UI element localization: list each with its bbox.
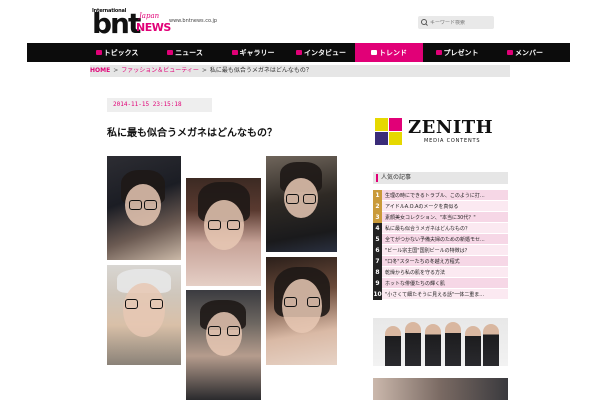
heading-bar-icon (376, 174, 378, 182)
breadcrumb-separator: > (113, 67, 119, 74)
zenith-name: ZENITH (408, 117, 494, 138)
zenith-banner[interactable]: ZENITH MEDIA CONTENTS (375, 118, 505, 148)
collage-photo (107, 156, 181, 260)
popular-item[interactable]: 4 私に最も似合うメガネはどんなもの？ (373, 222, 508, 234)
rank-number: 10 (373, 288, 382, 300)
search-input[interactable] (430, 19, 490, 26)
breadcrumb-home-link[interactable]: HOME (90, 65, 110, 77)
popular-title: アイドルA.O.Aのメークを真似る (385, 203, 459, 210)
nav-bullet-icon (507, 50, 513, 55)
collage-photo (186, 290, 261, 400)
search-icon[interactable] (418, 16, 430, 29)
popular-title: 素顔美女コレクション、"本当に30代？" (385, 214, 476, 221)
popular-item[interactable]: 9 ホットな俳優たちの輝く肌 (373, 277, 508, 289)
collage-photo (107, 265, 181, 365)
popular-title: ホットな俳優たちの輝く肌 (385, 280, 446, 287)
breadcrumb-separator: > (201, 67, 207, 74)
logo-bnt: bnt (92, 7, 141, 40)
collage-photo (186, 178, 261, 286)
nav-label: インタビュー (304, 48, 346, 57)
nav-trend[interactable]: トレンド (355, 43, 423, 62)
nav-label: プレゼント (443, 48, 479, 57)
nav-label: トレンド (379, 48, 407, 57)
breadcrumb: HOME > ファッション＆ビューティー > 私に最も似合うメガネはどんなもの？ (90, 65, 510, 77)
site-url: www.bntnews.co.jp (169, 18, 218, 24)
rank-number: 4 (373, 222, 382, 234)
nav-member[interactable]: メンバー (491, 43, 559, 62)
nav-bullet-icon (296, 50, 302, 55)
logo-japan: Japan (139, 12, 160, 20)
rank-number: 9 (373, 277, 382, 289)
nav-interview[interactable]: インタビュー (287, 43, 355, 62)
popular-item[interactable]: 5 全てがつかない予備夫婦のための新婚モセ... (373, 233, 508, 245)
article-photo-collage (107, 156, 337, 400)
article-date: 2014-11-15 23:15:18 (107, 98, 212, 112)
popular-title: 生理の時にできるトラブル、このように打... (385, 192, 485, 199)
popular-list: 1 生理の時にできるトラブル、このように打... 2 アイドルA.O.Aのメークを真… (373, 189, 508, 300)
nav-bullet-icon (371, 50, 377, 55)
nav-label: トピックス (103, 48, 139, 57)
nav-bullet-icon (95, 50, 102, 55)
nav-bullet-icon (167, 50, 174, 55)
popular-item[interactable]: 2 アイドルA.O.Aのメークを真似る (373, 200, 508, 212)
nav-gallery[interactable]: ギャラリー (219, 43, 287, 62)
popular-title: 私に最も似合うメガネはどんなもの？ (385, 225, 471, 232)
rank-number: 1 (373, 189, 382, 201)
zenith-logo-icon (375, 118, 403, 146)
collage-photo (266, 257, 337, 365)
zenith-subtitle: MEDIA CONTENTS (424, 138, 481, 144)
popular-item[interactable]: 3 素顔美女コレクション、"本当に30代？" (373, 211, 508, 223)
popular-item[interactable]: 7 "口冬"スターたちの冬越え方程式 (373, 255, 508, 267)
popular-item[interactable]: 6 "ビール宗主国"国別ビールの特徴は？ (373, 244, 508, 256)
logo-news: NEWS (136, 21, 171, 34)
sidebar-photo-banner[interactable] (373, 318, 508, 366)
rank-number: 3 (373, 211, 382, 223)
popular-item[interactable]: 10 "小さくて細たそうに見える話"一体二重ま... (373, 288, 508, 300)
sidebar-photo-banner[interactable] (373, 378, 508, 400)
popular-heading-text: 人気の記事 (381, 174, 412, 181)
nav-bullet-icon (435, 50, 442, 55)
popular-item[interactable]: 8 乾燥から私の肌を守る方法 (373, 266, 508, 278)
nav-news[interactable]: ニュース (151, 43, 219, 62)
popular-title: "小さくて細たそうに見える話"一体二重ま... (385, 291, 485, 298)
breadcrumb-category-link[interactable]: ファッション＆ビューティー (121, 65, 199, 77)
popular-item[interactable]: 1 生理の時にできるトラブル、このように打... (373, 189, 508, 201)
nav-topics[interactable]: トピックス (83, 43, 151, 62)
nav-present[interactable]: プレゼント (423, 43, 491, 62)
popular-title: "ビール宗主国"国別ビールの特徴は？ (385, 247, 470, 254)
rank-number: 2 (373, 200, 382, 212)
article-title: 私に最も似合うメガネはどんなもの？ (107, 128, 277, 139)
collage-photo (266, 156, 337, 252)
nav-label: ギャラリー (239, 48, 275, 57)
popular-title: 全てがつかない予備夫婦のための新婚モセ... (385, 236, 485, 243)
rank-number: 8 (373, 266, 382, 278)
popular-heading: 人気の記事 (373, 172, 508, 184)
site-logo[interactable]: International bnt Japan NEWS (92, 7, 171, 40)
main-nav: トピックス ニュース ギャラリー インタビュー トレンド プレゼント メンバー (27, 43, 570, 62)
rank-number: 7 (373, 255, 382, 267)
popular-title: "口冬"スターたちの冬越え方程式 (385, 258, 460, 265)
rank-number: 5 (373, 233, 382, 245)
popular-title: 乾燥から私の肌を守る方法 (385, 269, 446, 276)
nav-label: ニュース (175, 48, 203, 57)
breadcrumb-current: 私に最も似合うメガネはどんなもの？ (209, 67, 312, 74)
nav-bullet-icon (231, 50, 238, 55)
search-box[interactable] (418, 16, 494, 29)
rank-number: 6 (373, 244, 382, 256)
nav-label: メンバー (515, 48, 543, 57)
